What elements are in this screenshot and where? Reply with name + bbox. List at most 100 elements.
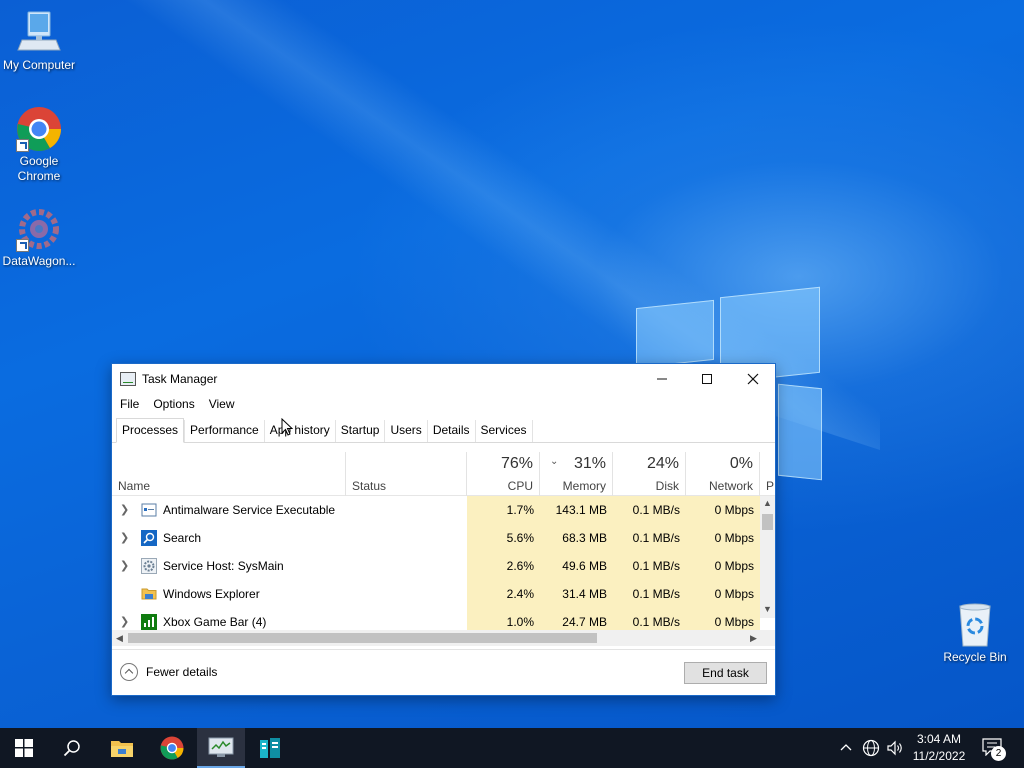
action-center-button[interactable]: 2 bbox=[982, 738, 1006, 761]
column-header-status[interactable]: Status bbox=[346, 452, 467, 496]
clock-time: 3:04 AM bbox=[916, 732, 962, 746]
menu-file[interactable]: File bbox=[120, 397, 139, 411]
process-name: Search bbox=[163, 531, 202, 545]
minimize-button[interactable] bbox=[639, 364, 685, 394]
desktop-icon-datawagon[interactable]: DataWagon... bbox=[0, 206, 78, 269]
tab-strip: Processes Performance App history Startu… bbox=[112, 417, 775, 443]
table-row[interactable]: ❯ Xbox Game Bar (4) 1.0% 24.7 MB 0.1 MB/… bbox=[112, 608, 760, 630]
desktop-icon-recycle-bin[interactable]: Recycle Bin bbox=[936, 602, 1014, 665]
file-explorer-icon bbox=[111, 741, 133, 757]
column-header-memory[interactable]: ⌄ 31% Memory bbox=[540, 452, 613, 496]
column-header-power[interactable]: P bbox=[760, 452, 775, 496]
clock-date: 11/2/2022 bbox=[912, 749, 966, 763]
maximize-button[interactable] bbox=[684, 364, 730, 394]
datawagon-icon bbox=[260, 738, 280, 758]
search-icon bbox=[63, 740, 80, 757]
tab-app-history[interactable]: App history bbox=[263, 420, 335, 442]
wallpaper-logo-pane bbox=[778, 383, 822, 481]
notification-count-badge: 2 bbox=[991, 746, 1006, 761]
tab-startup[interactable]: Startup bbox=[334, 420, 385, 442]
table-row[interactable]: Windows Explorer 2.4% 31.4 MB 0.1 MB/s 0… bbox=[112, 580, 760, 608]
fewer-details-toggle[interactable]: Fewer details bbox=[120, 663, 217, 681]
process-disk: 0.1 MB/s bbox=[613, 580, 686, 608]
process-cpu: 5.6% bbox=[467, 524, 540, 552]
desktop-icon-label: DataWagon... bbox=[2, 254, 76, 268]
scroll-left-icon[interactable]: ◀ bbox=[116, 633, 123, 644]
table-row[interactable]: ❯ Search 5.6% 68.3 MB 0.1 MB/s 0 Mbps bbox=[112, 524, 760, 552]
end-task-button[interactable]: End task bbox=[684, 662, 767, 684]
desktop-icon-my-computer[interactable]: My Computer bbox=[0, 10, 78, 73]
tab-processes[interactable]: Processes bbox=[116, 418, 185, 443]
tab-details[interactable]: Details bbox=[426, 420, 475, 442]
column-headers: Name Status 76% CPU ⌄ 31% Memory 24% Dis… bbox=[112, 452, 775, 496]
column-header-disk[interactable]: 24% Disk bbox=[613, 452, 686, 496]
scroll-up-icon[interactable]: ▲ bbox=[763, 498, 772, 508]
process-name: Service Host: SysMain bbox=[163, 559, 284, 573]
taskbar-search-button[interactable] bbox=[48, 728, 96, 768]
process-network: 0 Mbps bbox=[686, 552, 760, 580]
taskbar-datawagon[interactable] bbox=[246, 728, 294, 768]
tab-performance[interactable]: Performance bbox=[184, 420, 264, 442]
gear-service-icon bbox=[141, 558, 157, 574]
scroll-right-icon[interactable]: ▶ bbox=[750, 633, 757, 644]
collapse-chevron-icon bbox=[120, 663, 138, 681]
folder-icon bbox=[141, 588, 157, 600]
horizontal-scroll-thumb[interactable] bbox=[128, 633, 597, 643]
mouse-cursor-icon bbox=[281, 418, 293, 436]
taskbar-file-explorer[interactable] bbox=[98, 728, 146, 768]
process-cpu: 1.7% bbox=[467, 496, 540, 524]
process-memory: 68.3 MB bbox=[540, 524, 613, 552]
tab-services[interactable]: Services bbox=[474, 420, 533, 442]
title-bar[interactable]: Task Manager bbox=[112, 364, 775, 394]
expand-chevron-icon[interactable]: ❯ bbox=[120, 552, 129, 580]
process-disk: 0.1 MB/s bbox=[613, 608, 686, 630]
task-manager-window[interactable]: Task Manager File Options View Processes… bbox=[111, 363, 776, 696]
process-status bbox=[352, 496, 467, 524]
footer: Fewer details End task bbox=[112, 649, 775, 695]
horizontal-scrollbar[interactable]: ◀ ▶ bbox=[112, 630, 775, 646]
expand-chevron-icon[interactable]: ❯ bbox=[120, 608, 129, 630]
process-memory: 31.4 MB bbox=[540, 580, 613, 608]
expand-chevron-icon[interactable]: ❯ bbox=[120, 524, 129, 552]
maximize-icon bbox=[702, 374, 712, 384]
column-header-name[interactable]: Name bbox=[112, 452, 346, 496]
minimize-icon bbox=[657, 378, 667, 380]
shortcut-arrow-icon bbox=[16, 239, 29, 252]
menu-options[interactable]: Options bbox=[153, 397, 194, 411]
process-status bbox=[352, 608, 467, 630]
vertical-scroll-thumb[interactable] bbox=[762, 514, 773, 530]
clock[interactable]: 3:04 AM 11/2/2022 bbox=[908, 732, 970, 763]
vertical-scrollbar[interactable]: ▲ ▼ bbox=[760, 496, 775, 618]
process-memory: 143.1 MB bbox=[540, 496, 613, 524]
process-name: Antimalware Service Executable bbox=[163, 503, 336, 517]
chrome-icon bbox=[16, 106, 62, 152]
close-button[interactable] bbox=[730, 364, 776, 394]
process-status bbox=[352, 552, 467, 580]
process-name: Xbox Game Bar (4) bbox=[163, 615, 267, 629]
scroll-down-icon[interactable]: ▼ bbox=[763, 604, 772, 614]
menu-view[interactable]: View bbox=[209, 397, 235, 411]
column-header-cpu[interactable]: 76% CPU bbox=[467, 452, 540, 496]
show-hidden-icons-chevron-icon[interactable] bbox=[840, 742, 852, 754]
desktop-icon-label: My Computer bbox=[2, 58, 76, 72]
desktop-icon-google-chrome[interactable]: Google Chrome bbox=[0, 106, 78, 184]
wallpaper-logo-pane bbox=[636, 299, 714, 369]
menu-bar: File Options View bbox=[112, 394, 775, 414]
table-row[interactable]: ❯ Antimalware Service Executable 1.7% 14… bbox=[112, 496, 760, 524]
network-globe-icon[interactable] bbox=[862, 739, 880, 757]
taskbar-task-manager[interactable] bbox=[197, 728, 245, 768]
table-row[interactable]: ❯ Service Host: SysMain 2.6% 49.6 MB 0.1… bbox=[112, 552, 760, 580]
start-button[interactable] bbox=[0, 728, 48, 768]
column-header-network[interactable]: 0% Network bbox=[686, 452, 760, 496]
expand-chevron-icon[interactable]: ❯ bbox=[120, 496, 129, 524]
taskbar: 3:04 AM 11/2/2022 2 bbox=[0, 728, 1024, 768]
tab-users[interactable]: Users bbox=[384, 420, 426, 442]
recycle-bin-icon bbox=[952, 602, 998, 648]
desktop-icon-label: Recycle Bin bbox=[943, 650, 1007, 664]
taskbar-chrome[interactable] bbox=[148, 728, 196, 768]
shortcut-arrow-icon bbox=[16, 139, 29, 152]
process-memory: 24.7 MB bbox=[540, 608, 613, 630]
volume-icon[interactable] bbox=[886, 739, 904, 757]
process-memory: 49.6 MB bbox=[540, 552, 613, 580]
process-disk: 0.1 MB/s bbox=[613, 552, 686, 580]
